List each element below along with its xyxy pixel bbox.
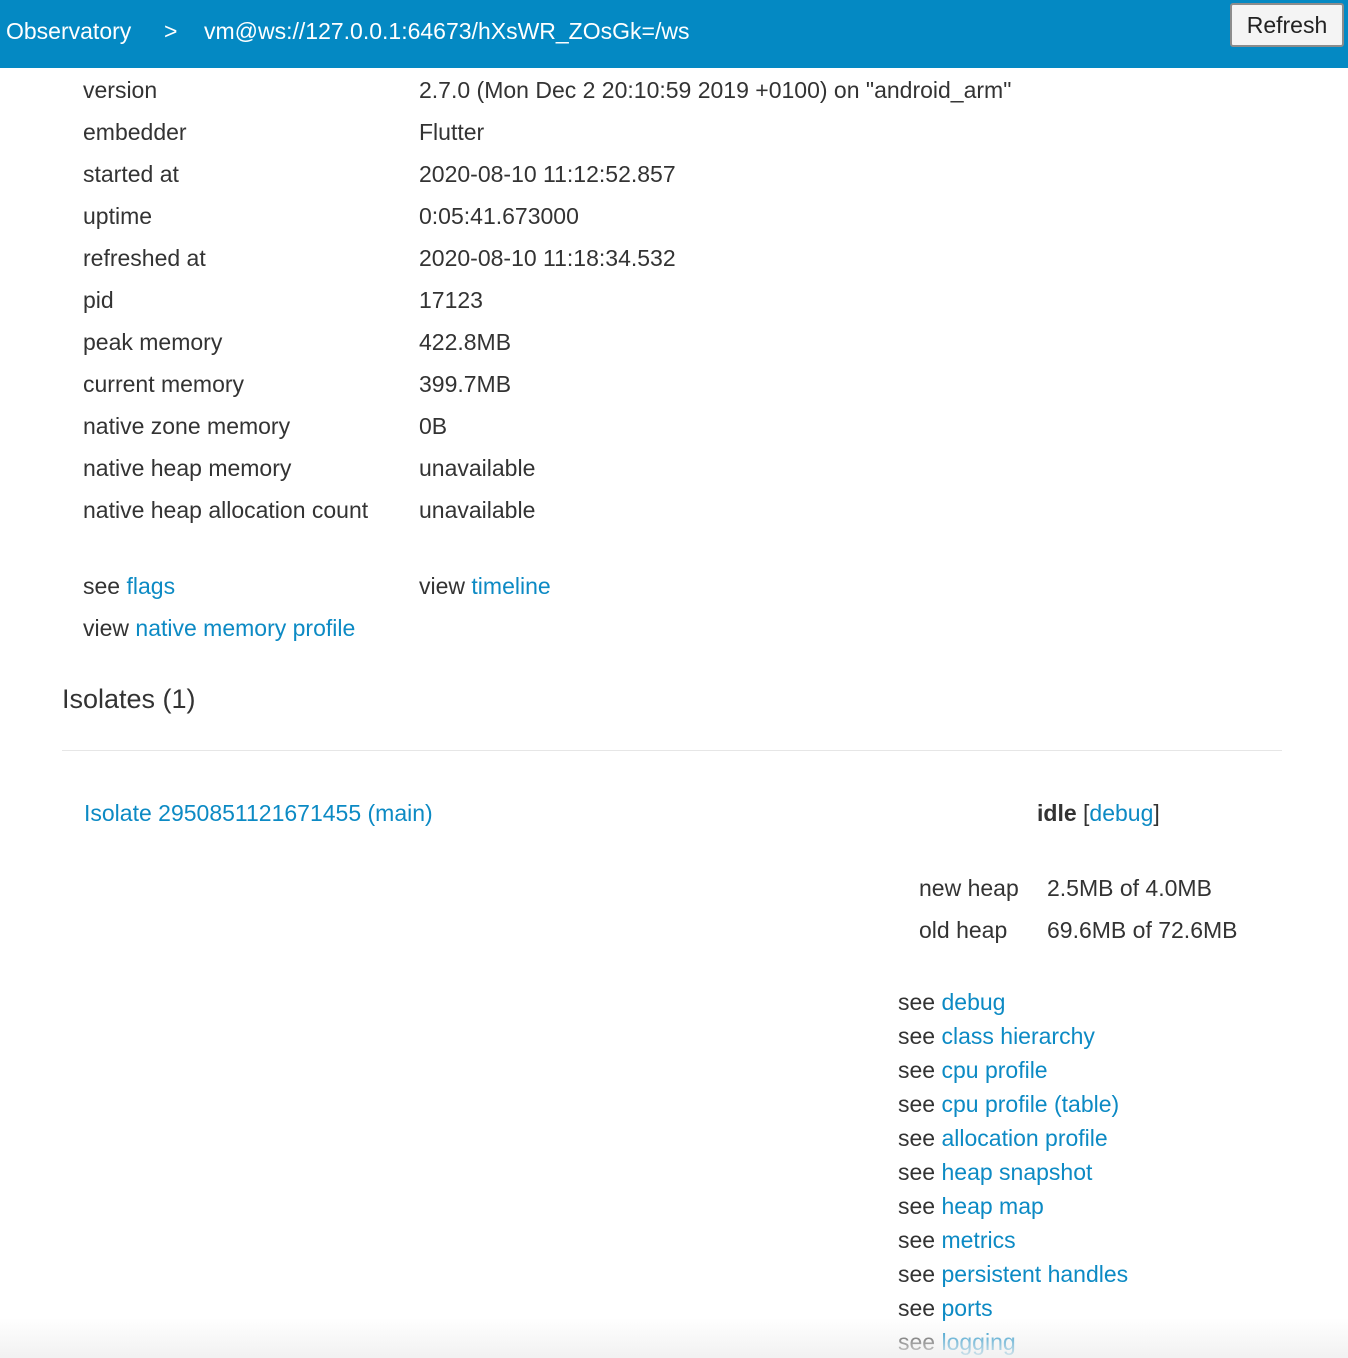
metrics-link[interactable]: metrics bbox=[941, 1227, 1015, 1253]
vm-info-value: 2020-08-10 11:12:52.857 bbox=[419, 161, 676, 187]
list-item: see debug bbox=[898, 989, 1005, 1016]
see-prefix: see bbox=[898, 1159, 936, 1185]
timeline-link[interactable]: timeline bbox=[471, 573, 550, 599]
see-prefix: see bbox=[83, 573, 121, 599]
vm-info-value: 2020-08-10 11:18:34.532 bbox=[419, 245, 676, 271]
isolate-state: idle bbox=[1037, 800, 1077, 826]
list-item: see cpu profile (table) bbox=[898, 1091, 1119, 1118]
vm-info-label: native zone memory bbox=[83, 413, 291, 439]
vm-info-value: 0B bbox=[419, 413, 448, 439]
see-prefix: see bbox=[898, 1091, 936, 1117]
class-hierarchy-link[interactable]: class hierarchy bbox=[941, 1023, 1094, 1049]
list-item: see heap snapshot bbox=[898, 1159, 1092, 1186]
breadcrumb-separator: > bbox=[164, 18, 178, 44]
heap-value: 2.5MB of 4.0MB bbox=[1047, 875, 1212, 901]
see-prefix: see bbox=[898, 989, 936, 1015]
list-item: see cpu profile bbox=[898, 1057, 1048, 1084]
vm-info-label: native heap allocation count bbox=[83, 497, 369, 523]
breadcrumb-observatory[interactable]: Observatory bbox=[6, 18, 131, 45]
see-prefix: see bbox=[898, 1261, 936, 1287]
logging-link[interactable]: logging bbox=[941, 1329, 1015, 1355]
nav-bar: Observatory > vm@ws://127.0.0.1:64673/hX… bbox=[0, 0, 1348, 68]
vm-info-value: 0:05:41.673000 bbox=[419, 203, 579, 229]
view-native-memory-row: view native memory profile bbox=[83, 615, 355, 642]
debug-link[interactable]: debug bbox=[941, 989, 1005, 1015]
vm-info-label: native heap memory bbox=[83, 455, 292, 481]
cpu-profile-link[interactable]: cpu profile bbox=[941, 1057, 1047, 1083]
vm-info-label: refreshed at bbox=[83, 245, 206, 271]
vm-info-label: current memory bbox=[83, 371, 245, 397]
vm-info-value: unavailable bbox=[419, 497, 536, 523]
isolate-link[interactable]: Isolate 2950851121671455 (main) bbox=[84, 800, 433, 827]
heap-value: 69.6MB of 72.6MB bbox=[1047, 917, 1238, 943]
see-prefix: see bbox=[898, 1057, 936, 1083]
heap-snapshot-link[interactable]: heap snapshot bbox=[941, 1159, 1092, 1185]
vm-info-label: peak memory bbox=[83, 329, 223, 355]
vm-info-value: 17123 bbox=[419, 287, 483, 313]
heap-map-link[interactable]: heap map bbox=[941, 1193, 1043, 1219]
vm-info-value: 2.7.0 (Mon Dec 2 20:10:59 2019 +0100) on… bbox=[419, 77, 1012, 103]
isolate-status: idle [debug] bbox=[1037, 800, 1160, 827]
see-prefix: see bbox=[898, 1125, 936, 1151]
cpu-profile-table-link[interactable]: cpu profile (table) bbox=[941, 1091, 1119, 1117]
heap-label: old heap bbox=[919, 917, 1008, 943]
isolates-heading: Isolates (1) bbox=[62, 684, 196, 714]
allocation-profile-link[interactable]: allocation profile bbox=[941, 1125, 1107, 1151]
scroll-fade bbox=[0, 1318, 1348, 1358]
native-memory-profile-link[interactable]: native memory profile bbox=[135, 615, 355, 641]
bracket-close: ] bbox=[1153, 800, 1160, 826]
see-flags-row: see flags bbox=[83, 573, 175, 600]
see-prefix: see bbox=[898, 1193, 936, 1219]
list-item: see heap map bbox=[898, 1193, 1044, 1220]
vm-info-label: started at bbox=[83, 161, 179, 187]
vm-info-value: Flutter bbox=[419, 119, 485, 145]
vm-info-value: unavailable bbox=[419, 455, 536, 481]
ports-link[interactable]: ports bbox=[941, 1295, 992, 1321]
vm-info-label: embedder bbox=[83, 119, 187, 145]
vm-info-label: uptime bbox=[83, 203, 153, 229]
see-prefix: see bbox=[898, 1227, 936, 1253]
flags-link[interactable]: flags bbox=[126, 573, 175, 599]
list-item: see metrics bbox=[898, 1227, 1016, 1254]
section-divider bbox=[62, 750, 1282, 751]
refresh-button[interactable]: Refresh bbox=[1230, 3, 1344, 47]
vm-info-label: pid bbox=[83, 287, 114, 313]
list-item: see class hierarchy bbox=[898, 1023, 1095, 1050]
isolate-debug-link[interactable]: debug bbox=[1089, 800, 1153, 826]
list-item: see ports bbox=[898, 1295, 993, 1322]
persistent-handles-link[interactable]: persistent handles bbox=[941, 1261, 1128, 1287]
view-timeline-row: view timeline bbox=[419, 573, 551, 600]
see-prefix: see bbox=[898, 1329, 936, 1355]
view-prefix: view bbox=[83, 615, 130, 641]
see-prefix: see bbox=[898, 1023, 936, 1049]
breadcrumb-vm-target[interactable]: vm@ws://127.0.0.1:64673/hXsWR_ZOsGk=/ws bbox=[204, 18, 689, 45]
list-item: see allocation profile bbox=[898, 1125, 1108, 1152]
list-item: see persistent handles bbox=[898, 1261, 1128, 1288]
vm-info-value: 399.7MB bbox=[419, 371, 512, 397]
heap-label: new heap bbox=[919, 875, 1019, 901]
see-prefix: see bbox=[898, 1295, 936, 1321]
list-item: see logging bbox=[898, 1329, 1016, 1356]
view-prefix: view bbox=[419, 573, 466, 599]
vm-info-label: version bbox=[83, 77, 158, 103]
vm-info-value: 422.8MB bbox=[419, 329, 512, 355]
